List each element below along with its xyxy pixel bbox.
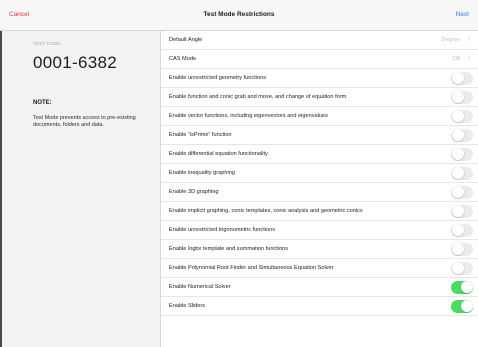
setting-label: Enable inequality graphing xyxy=(169,170,235,176)
toggle-switch[interactable] xyxy=(451,185,473,199)
setting-label: Enable unrestricted trigonometric functi… xyxy=(169,227,276,233)
setting-row: Enable Polynomial Root Finder and Simult… xyxy=(161,259,478,278)
setting-label: Enable Numerical Solver xyxy=(169,284,231,290)
toggle-knob xyxy=(451,224,464,236)
setting-label: Enable unrestricted geometry functions xyxy=(169,75,267,81)
toggle-switch[interactable] xyxy=(451,242,473,256)
next-button[interactable]: Next xyxy=(456,11,469,18)
note-text: Test Mode prevents access to pre-existin… xyxy=(33,115,136,128)
default-angle-row[interactable]: Default Angle Degree › xyxy=(161,31,478,50)
page-title: Test Mode Restrictions xyxy=(203,11,275,18)
setting-row: Enable unrestricted geometry functions xyxy=(161,69,478,88)
setting-label: Enable function and conic grab and move,… xyxy=(169,94,347,100)
toggle-knob xyxy=(460,281,473,293)
toggle-knob xyxy=(451,186,464,198)
toggle-switch[interactable] xyxy=(451,280,473,294)
toggle-knob xyxy=(451,205,464,217)
note-heading: NOTE: xyxy=(33,100,52,106)
toggle-knob xyxy=(451,148,464,160)
toggle-switch[interactable] xyxy=(451,147,473,161)
toggle-knob xyxy=(451,129,464,141)
toggle-switch[interactable] xyxy=(451,71,473,85)
toggle-switch[interactable] xyxy=(451,299,473,313)
settings-list: Default Angle Degree › CAS Mode Off › En… xyxy=(161,31,478,347)
navigation-bar: Cancel Test Mode Restrictions Next xyxy=(0,0,478,31)
setting-row: Enable implicit graphing, conic template… xyxy=(161,202,478,221)
setting-label: Enable Sliders xyxy=(169,303,206,309)
setting-label: Enable Polynomial Root Finder and Simult… xyxy=(169,265,334,271)
toggle-switch[interactable] xyxy=(451,261,473,275)
setting-label: CAS Mode xyxy=(169,56,197,62)
toggle-switch[interactable] xyxy=(451,223,473,237)
toggle-knob xyxy=(451,91,464,103)
toggle-knob xyxy=(460,300,473,312)
toggle-switch[interactable] xyxy=(451,166,473,180)
setting-label: Enable implicit graphing, conic template… xyxy=(169,208,363,214)
setting-label: Enable 3D graphing xyxy=(169,189,219,195)
chevron-right-icon: › xyxy=(467,54,470,62)
toggle-switch[interactable] xyxy=(451,109,473,123)
chevron-right-icon: › xyxy=(467,35,470,43)
test-code-value: 0001-6382 xyxy=(33,53,117,72)
toggle-knob xyxy=(451,110,464,122)
setting-row: Enable vector functions, including eigen… xyxy=(161,107,478,126)
test-code-label: TEST CODE: xyxy=(33,41,62,46)
setting-label: Enable differential equation functionali… xyxy=(169,151,268,157)
setting-label: Default Angle xyxy=(169,37,203,43)
setting-label: Enable vector functions, including eigen… xyxy=(169,113,328,119)
setting-label: Enable “isPrime” function xyxy=(169,132,232,138)
setting-value: Off xyxy=(452,56,460,62)
setting-row: Enable 3D graphing xyxy=(161,183,478,202)
toggle-switch[interactable] xyxy=(451,90,473,104)
toggle-knob xyxy=(451,167,464,179)
setting-row: Enable Sliders xyxy=(161,297,478,316)
setting-label: Enable logbx template and summation func… xyxy=(169,246,289,252)
toggle-knob xyxy=(451,72,464,84)
setting-value: Degree xyxy=(441,37,460,43)
toggle-switch[interactable] xyxy=(451,128,473,142)
toggle-switch[interactable] xyxy=(451,204,473,218)
toggle-knob xyxy=(451,262,464,274)
setting-row: Enable Numerical Solver xyxy=(161,278,478,297)
toggle-knob xyxy=(451,243,464,255)
info-panel xyxy=(2,31,161,347)
setting-row: Enable function and conic grab and move,… xyxy=(161,88,478,107)
setting-row: Enable inequality graphing xyxy=(161,164,478,183)
setting-row: Enable “isPrime” function xyxy=(161,126,478,145)
setting-row: Enable differential equation functionali… xyxy=(161,145,478,164)
cas-mode-row[interactable]: CAS Mode Off › xyxy=(161,50,478,69)
setting-row: Enable logbx template and summation func… xyxy=(161,240,478,259)
setting-row: Enable unrestricted trigonometric functi… xyxy=(161,221,478,240)
